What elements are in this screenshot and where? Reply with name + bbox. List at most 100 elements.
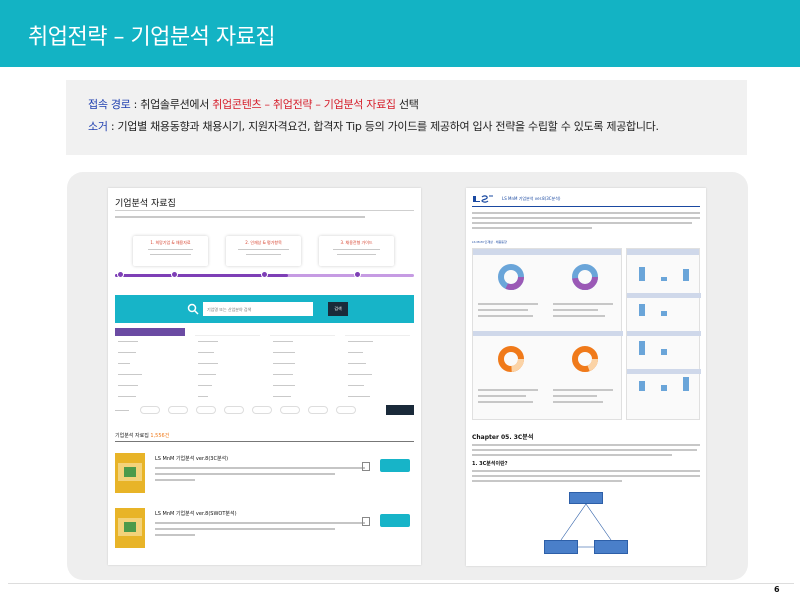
step-card-1: 1. 희망기업 & 채용자료 [133,236,208,266]
3c-diagram-lines [560,503,612,548]
step-card-3-text [337,254,376,255]
result-description [155,534,195,536]
footer-divider [8,583,794,584]
category-cell[interactable] [345,328,410,336]
document-icon[interactable] [362,462,370,471]
filter-chip[interactable] [252,406,272,414]
summary-text: 기업별 채용동향과 채용시기, 지원자격요건, 합격자 Tip 등의 가이드를 … [117,120,659,133]
result-description [155,522,365,524]
book-cover-image [115,508,145,548]
category-text [348,341,373,342]
category-text [273,374,293,375]
category-text [348,385,364,386]
timeline-dot [261,271,268,278]
category-text [348,374,372,375]
access-path-label: 접속 경로 [88,98,131,111]
view-button[interactable] [380,459,410,472]
filter-chip[interactable] [224,406,244,414]
result-description [155,528,335,530]
diagram-connector [560,503,587,541]
category-text [273,341,293,342]
category-text [118,385,138,386]
result-description [155,467,365,469]
result-count: 기업분석 자료집 1,556건 [115,432,169,439]
category-grid [115,326,414,406]
category-text [348,396,370,397]
result-count-value: 1,556건 [150,433,170,439]
page-title: 취업전략 – 기업분석 자료집 [28,25,276,50]
result-title[interactable]: LS MnM 기업분석 ver.8(3C분석) [155,455,228,462]
result-description [155,479,195,481]
step-card-1-text [148,249,193,250]
book-cover-accent [124,467,136,477]
category-cell[interactable] [270,328,335,336]
filter-chip[interactable] [196,406,216,414]
result-item[interactable]: LS MnM 기업분석 ver.8(SWOT분석) [115,508,414,563]
access-path-line: 접속 경로 : 취업솔루션에서 취업콘텐츠 – 취업전략 – 기업분석 자료집 … [88,96,419,112]
filter-chip[interactable] [140,406,160,414]
filter-chip[interactable] [280,406,300,414]
access-path-prefix: 취업솔루션에서 [140,98,213,111]
diagram-connector [585,503,612,541]
category-text [273,385,295,386]
company-analysis-list-screenshot: 기업분석 자료집 1. 희망기업 & 채용자료 2. 인재상 & 평가항목 3.… [108,188,421,565]
category-text [198,341,218,342]
step-card-2: 2. 인재상 & 평가항목 [226,236,301,266]
filter-apply-button[interactable] [386,405,414,415]
step-card-3: 3. 채용전형 가이드 [319,236,394,266]
step-card-2-text [246,254,281,255]
book-cover-accent [124,522,136,532]
step-card-2-label: 2. 인재상 & 평가항목 [245,240,282,245]
category-text [198,396,208,397]
category-text [118,374,142,375]
category-text [118,341,138,342]
category-text [198,352,214,353]
filter-chip[interactable] [308,406,328,414]
search-icon [187,303,199,315]
result-item[interactable]: LS MnM 기업분석 ver.8(3C분석) [115,453,414,508]
search-button[interactable]: 검색 [328,302,348,316]
book-cover-image [115,453,145,493]
company-search-input[interactable] [203,302,313,316]
timeline-dot [117,271,124,278]
category-text [273,363,295,364]
summary-separator: : [107,120,118,133]
intro-text [115,216,365,218]
category-text [118,363,130,364]
filter-label [115,410,129,411]
category-text [198,374,216,375]
title-divider [115,210,414,211]
result-count-prefix: 기업분석 자료집 [115,433,149,439]
category-cell-selected[interactable] [115,328,185,336]
step-card-1-label: 1. 희망기업 & 채용자료 [150,240,191,245]
category-text [273,352,295,353]
summary-line: 소거 : 기업별 채용동향과 채용시기, 지원자격요건, 합격자 Tip 등의 … [88,118,659,134]
step-card-3-label: 3. 채용전형 가이드 [340,240,373,245]
page-number: 6 [774,585,780,594]
filter-chip[interactable] [336,406,356,414]
filter-chip[interactable] [168,406,188,414]
view-button[interactable] [380,514,410,527]
summary-label: 소거 [88,120,108,133]
document-icon[interactable] [362,517,370,526]
timeline-dot [354,271,361,278]
step-card-2-text [238,249,289,250]
category-text [348,352,363,353]
access-path-suffix: 선택 [395,98,419,111]
result-title[interactable]: LS MnM 기업분석 ver.8(SWOT분석) [155,510,237,517]
info-box: 접속 경로 : 취업솔루션에서 취업콘텐츠 – 취업전략 – 기업분석 자료집 … [66,80,747,155]
result-divider [115,441,414,442]
filter-row [115,405,414,416]
list-page-title: 기업분석 자료집 [115,199,176,209]
access-path-highlight: 취업콘텐츠 – 취업전략 – 기업분석 자료집 [212,98,396,111]
category-cell[interactable] [195,328,260,336]
search-panel: 검색 [115,295,414,323]
timeline-dot [171,271,178,278]
category-text [198,385,212,386]
access-path-separator: : [130,98,141,111]
result-description [155,473,335,475]
step-card-3-text [333,249,380,250]
report-document-screenshot: LS MnM 기업분석 ver.8(3C분석) LS MnM 인재상 · 채용동… [466,188,706,566]
step-card-1-text [150,254,191,255]
category-text [348,363,366,364]
